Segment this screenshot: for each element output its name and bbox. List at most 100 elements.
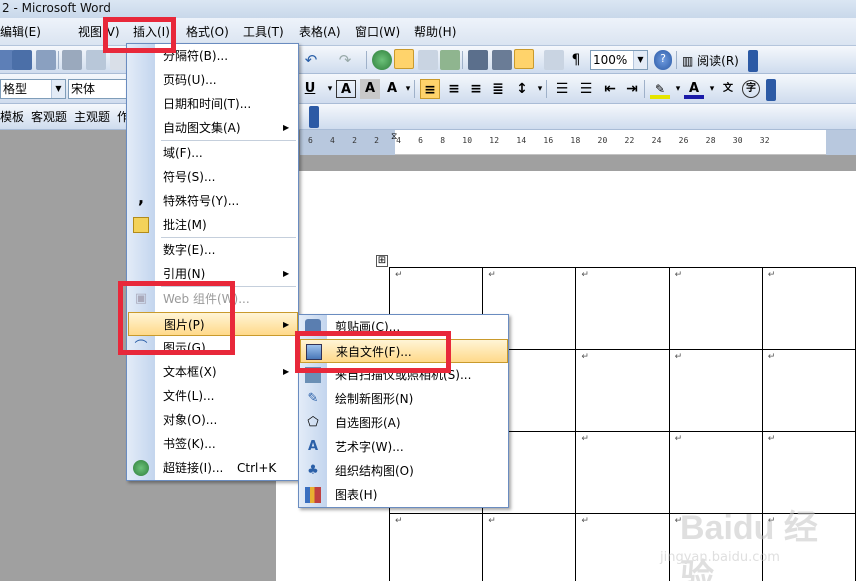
menu-item-special-symbol[interactable]: , 特殊符号(Y)... xyxy=(127,189,298,213)
table-cell[interactable]: ↵ xyxy=(482,513,577,581)
bullets-icon[interactable]: ☰ xyxy=(576,79,596,99)
chevron-down-icon[interactable]: ▾ xyxy=(398,79,418,99)
menu-table[interactable]: 表格(A) xyxy=(299,23,341,42)
menu-item-label: 文本框(X) xyxy=(163,365,217,379)
autoshape-icon: ⬠ xyxy=(307,415,319,430)
menu-edit[interactable]: 编辑(E) xyxy=(0,23,41,42)
menu-item-label: 数字(E)... xyxy=(163,243,216,257)
highlight-icon[interactable]: ✎ xyxy=(650,79,670,99)
menu-item-label: 艺术字(W)... xyxy=(335,440,404,454)
undo-icon[interactable]: ↶ xyxy=(301,50,321,70)
menu-item-label: 域(F)... xyxy=(163,146,203,160)
increase-indent-icon[interactable]: ⇥ xyxy=(622,79,642,99)
table-cell[interactable]: ↵ xyxy=(761,349,856,432)
chevron-down-icon[interactable]: ▾ xyxy=(530,79,550,99)
underline-icon[interactable]: U xyxy=(300,79,320,99)
menu-item-number[interactable]: 数字(E)... xyxy=(127,238,298,262)
highlight-box-picture xyxy=(118,281,235,355)
numbering-icon[interactable]: ☰ xyxy=(552,79,572,99)
tables-borders-icon[interactable] xyxy=(394,49,414,69)
enclose-char-icon[interactable]: 字 xyxy=(742,80,760,98)
insert-menu: 分隔符(B)... 页码(U)... 日期和时间(T)... 自动图文集(A) ▶… xyxy=(126,43,299,481)
menu-item-field[interactable]: 域(F)... xyxy=(127,141,298,165)
menu-item-object[interactable]: 对象(O)... xyxy=(127,408,298,432)
redo-icon[interactable]: ↷ xyxy=(335,50,355,70)
menu-item-symbol[interactable]: 符号(S)... xyxy=(127,165,298,189)
menu-window[interactable]: 窗口(W) xyxy=(355,23,400,42)
chevron-down-icon: ▼ xyxy=(51,80,65,98)
table-cell[interactable]: ↵ xyxy=(668,349,763,432)
menu-item-label: 书签(K)... xyxy=(163,437,216,451)
help-icon[interactable]: ? xyxy=(654,50,672,70)
drawing-toolbar-icon[interactable] xyxy=(492,50,512,70)
print-preview-icon[interactable] xyxy=(86,50,106,70)
align-right-icon[interactable]: ≡ xyxy=(466,79,486,99)
menu-help[interactable]: 帮助(H) xyxy=(414,23,456,42)
menu-item-textbox[interactable]: 文本框(X) ▶ xyxy=(127,360,298,384)
subjective-question-button[interactable]: 主观题 xyxy=(74,109,110,125)
menu-item-label: 自动图文集(A) xyxy=(163,121,241,135)
insert-excel-icon[interactable] xyxy=(440,50,460,70)
document-map-icon[interactable] xyxy=(514,49,534,69)
style-select[interactable]: 格型 ▼ xyxy=(0,79,66,99)
menu-item-hyperlink[interactable]: 超链接(I)... Ctrl+K xyxy=(127,456,298,480)
menu-item-comment[interactable]: 批注(M) xyxy=(127,213,298,237)
menu-item-label: 特殊符号(Y)... xyxy=(163,194,240,208)
window-title: 2 - Microsoft Word xyxy=(2,1,111,15)
menu-item-label: 自选图形(A) xyxy=(335,416,401,430)
show-hide-icon[interactable]: ¶ xyxy=(566,50,586,70)
save-icon[interactable] xyxy=(12,50,32,70)
font-color-icon[interactable]: A xyxy=(684,79,704,99)
print-icon[interactable] xyxy=(62,50,82,70)
menu-item-page-numbers[interactable]: 页码(U)... xyxy=(127,68,298,92)
font-select[interactable]: 宋体 xyxy=(68,79,128,99)
table-cell[interactable]: ↵ xyxy=(388,513,484,581)
menu-item-new-drawing[interactable]: ✎ 绘制新图形(N) xyxy=(299,387,508,411)
menu-item-wordart[interactable]: A 艺术字(W)... xyxy=(299,435,508,459)
menu-item-autoshapes[interactable]: ⬠ 自选图形(A) xyxy=(299,411,508,435)
menu-item-label: 组织结构图(O) xyxy=(335,464,414,478)
toolbar-options-icon[interactable] xyxy=(309,106,319,128)
zoom-select[interactable]: 100% ▼ xyxy=(590,50,648,70)
watermark-text: Baidu 经验 xyxy=(680,509,818,581)
document-map2-icon[interactable] xyxy=(544,50,564,70)
table-cell[interactable]: ↵ xyxy=(761,267,856,350)
menu-item-org-chart[interactable]: ♣ 组织结构图(O) xyxy=(299,459,508,483)
read-button[interactable]: ▥ 阅读(R) xyxy=(682,52,739,69)
watermark-url: jingyan.baidu.com xyxy=(660,550,780,565)
char-shading-icon[interactable]: A xyxy=(360,79,380,99)
align-justify-icon[interactable]: ≡ xyxy=(420,79,440,99)
insert-table-icon[interactable] xyxy=(418,50,438,70)
phonetic-guide-icon[interactable]: 文 xyxy=(718,79,738,99)
menu-item-chart[interactable]: 图表(H) xyxy=(299,483,508,507)
menu-item-file[interactable]: 文件(L)... xyxy=(127,384,298,408)
indent-marker-icon[interactable]: ⧖ xyxy=(391,132,397,142)
hyperlink-toolbar-icon[interactable] xyxy=(372,50,392,70)
menu-item-label: 日期和时间(T)... xyxy=(163,97,252,111)
decrease-indent-icon[interactable]: ⇤ xyxy=(600,79,620,99)
menu-item-date-time[interactable]: 日期和时间(T)... xyxy=(127,92,298,116)
menu-tools[interactable]: 工具(T) xyxy=(243,23,284,42)
toolbar-options-icon[interactable] xyxy=(748,50,758,72)
align-center-icon[interactable]: ≡ xyxy=(444,79,464,99)
distribute-icon[interactable]: ≣ xyxy=(488,79,508,99)
highlight-box-insert xyxy=(103,17,176,53)
highlight-box-from-file xyxy=(295,331,451,373)
objective-question-button[interactable]: 客观题 xyxy=(31,109,67,125)
menu-format[interactable]: 格式(O) xyxy=(186,23,229,42)
table-cell[interactable]: ↵ xyxy=(668,267,763,350)
horizontal-ruler[interactable]: 6 4 2 2 4 6 8 10 12 14 16 18 20 22 24 26… xyxy=(300,130,856,155)
table-cell[interactable]: ↵ xyxy=(575,267,670,350)
template-button[interactable]: 模板 xyxy=(0,109,24,125)
table-move-handle-icon[interactable]: ⊞ xyxy=(376,255,388,267)
columns-icon[interactable] xyxy=(468,50,488,70)
table-cell[interactable]: ↵ xyxy=(575,349,670,432)
menu-item-bookmark[interactable]: 书签(K)... xyxy=(127,432,298,456)
baidu-watermark: Baidu 经验 jingyan.baidu.com xyxy=(650,490,850,581)
line-spacing-icon[interactable]: ↕ xyxy=(512,79,532,99)
char-border-icon[interactable]: A xyxy=(336,80,356,98)
menu-item-autotext[interactable]: 自动图文集(A) ▶ xyxy=(127,116,298,140)
toolbar-options-icon[interactable] xyxy=(766,79,776,101)
permission-icon[interactable] xyxy=(36,50,56,70)
menu-item-label: 对象(O)... xyxy=(163,413,218,427)
